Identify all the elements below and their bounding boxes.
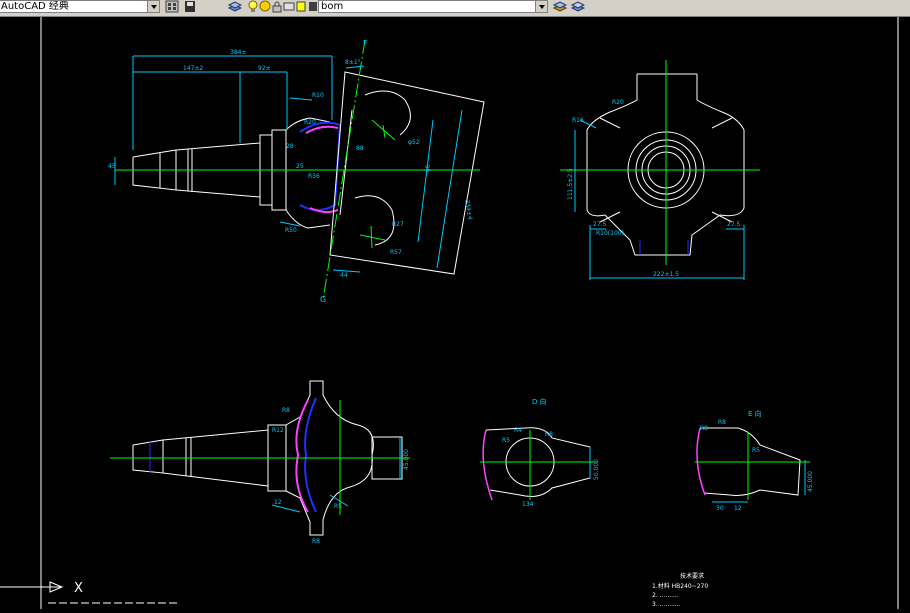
d-dim-right: 50.000 [593, 459, 600, 480]
trv-dim-right-small: 27.5 [727, 221, 741, 228]
trv-dim-r20: R20 [612, 99, 624, 106]
d-view-title: D 向 [532, 397, 547, 406]
dim-height: 96 [423, 164, 431, 173]
workspace-settings-icon[interactable] [165, 0, 179, 13]
detail-d-view: R4 R8 R5 50.000 134 D 向 [480, 397, 600, 508]
dim-r20: R20 [304, 119, 316, 126]
chevron-down-icon[interactable] [535, 1, 547, 12]
e-dim-bottom-a: 30 [716, 505, 724, 512]
workspace-combo-value: AutoCAD 经典 [1, 1, 69, 12]
dim-c: 88 [356, 145, 364, 152]
dim-angle-top: 8±1° [345, 59, 361, 66]
bottom-left-view: R8 R12 R5 R8 45.000 12 [110, 380, 410, 545]
dim-a: 25 [296, 163, 304, 170]
notes-line-3: 3. ........... [652, 601, 681, 608]
e-dim-top: R8 [718, 419, 726, 426]
blv-dim-r12: R12 [272, 427, 284, 434]
dim-phi: φ52 [408, 139, 420, 146]
layer-combo[interactable]: bom [318, 0, 548, 13]
detail-e-view: R8 R5 R8 45.000 30 12 E 向 [695, 409, 814, 512]
trv-dim-r: R10(100) [596, 230, 624, 237]
blv-dim-left: 12 [274, 499, 282, 506]
blv-dim-r8: R8 [282, 407, 290, 414]
ucs-icon: X [0, 581, 180, 604]
dim-r27: R27 [392, 221, 404, 228]
dim-r57: R57 [390, 249, 402, 256]
main-view: 384± 147±2 92± 8±1° R10 R20 R36 R50 R27 … [108, 39, 485, 304]
cad-drawing: 384± 147±2 92± 8±1° R10 R20 R36 R50 R27 … [0, 17, 899, 609]
e-dim-bottom-b: 12 [734, 505, 742, 512]
layer-manager-icon[interactable] [228, 0, 242, 13]
layer-combo-value: bom [321, 1, 344, 12]
d-dim-r5: R5 [502, 437, 510, 444]
d-dim-r8: R8 [545, 431, 553, 438]
trv-dim-r16: R16 [572, 117, 584, 124]
layer-previous-icon[interactable] [571, 0, 585, 13]
save-workspace-icon[interactable] [183, 0, 197, 13]
dim-left-top: 147±2 [183, 65, 203, 72]
blv-dim-r5: R5 [334, 503, 342, 510]
top-right-view: R20 R16 111.5±2.5 27.5 27.5 222±1.5 R10(… [560, 60, 760, 280]
workspace-combo[interactable]: AutoCAD 经典 [0, 0, 160, 13]
dim-overall-top: 384± [230, 49, 246, 56]
chevron-down-icon[interactable] [147, 1, 159, 12]
notes-line-1: 1.材料 HB240~270 [652, 582, 708, 590]
section-label-f: F [363, 39, 368, 48]
make-object-layer-current-icon[interactable] [553, 0, 567, 13]
e-dim-r8: R8 [700, 425, 708, 432]
trv-dim-left-small: 27.5 [593, 221, 607, 228]
d-dim-bottom: 134 [522, 501, 534, 508]
dim-bottom: 44 [340, 272, 348, 279]
technical-notes: 技术要求 1.材料 HB240~270 2. .......... 3. ...… [652, 572, 708, 608]
section-label-g: G [320, 295, 326, 304]
e-dim-r5: R5 [752, 447, 760, 454]
e-dim-right: 45.000 [807, 471, 814, 492]
e-view-title: E 向 [748, 409, 762, 418]
drawing-frame [40, 17, 899, 609]
dim-r10: R10 [312, 92, 324, 99]
trv-dim-bottom: 222±1.5 [653, 271, 679, 278]
blv-dim-right: 45.000 [403, 449, 410, 470]
dim-r36: R36 [308, 173, 320, 180]
dim-r50: R50 [285, 227, 297, 234]
notes-heading: 技术要求 [680, 572, 704, 580]
drawing-canvas[interactable]: 384± 147±2 92± 8±1° R10 R20 R36 R50 R27 … [0, 17, 910, 609]
dim-left-height: 45 [108, 163, 116, 170]
top-toolbar: AutoCAD 经典 bom [0, 0, 910, 17]
notes-line-2: 2. .......... [652, 592, 679, 599]
dim-mid-top: 92± [258, 65, 271, 72]
ucs-x-label: X [74, 581, 83, 596]
trv-dim-height: 111.5±2.5 [567, 168, 574, 200]
dim-b: 28 [286, 143, 294, 150]
d-dim-r4: R4 [514, 427, 522, 434]
blv-dim-bottom-r: R8 [312, 538, 320, 545]
dim-right-diag: 334±4 [463, 199, 473, 220]
